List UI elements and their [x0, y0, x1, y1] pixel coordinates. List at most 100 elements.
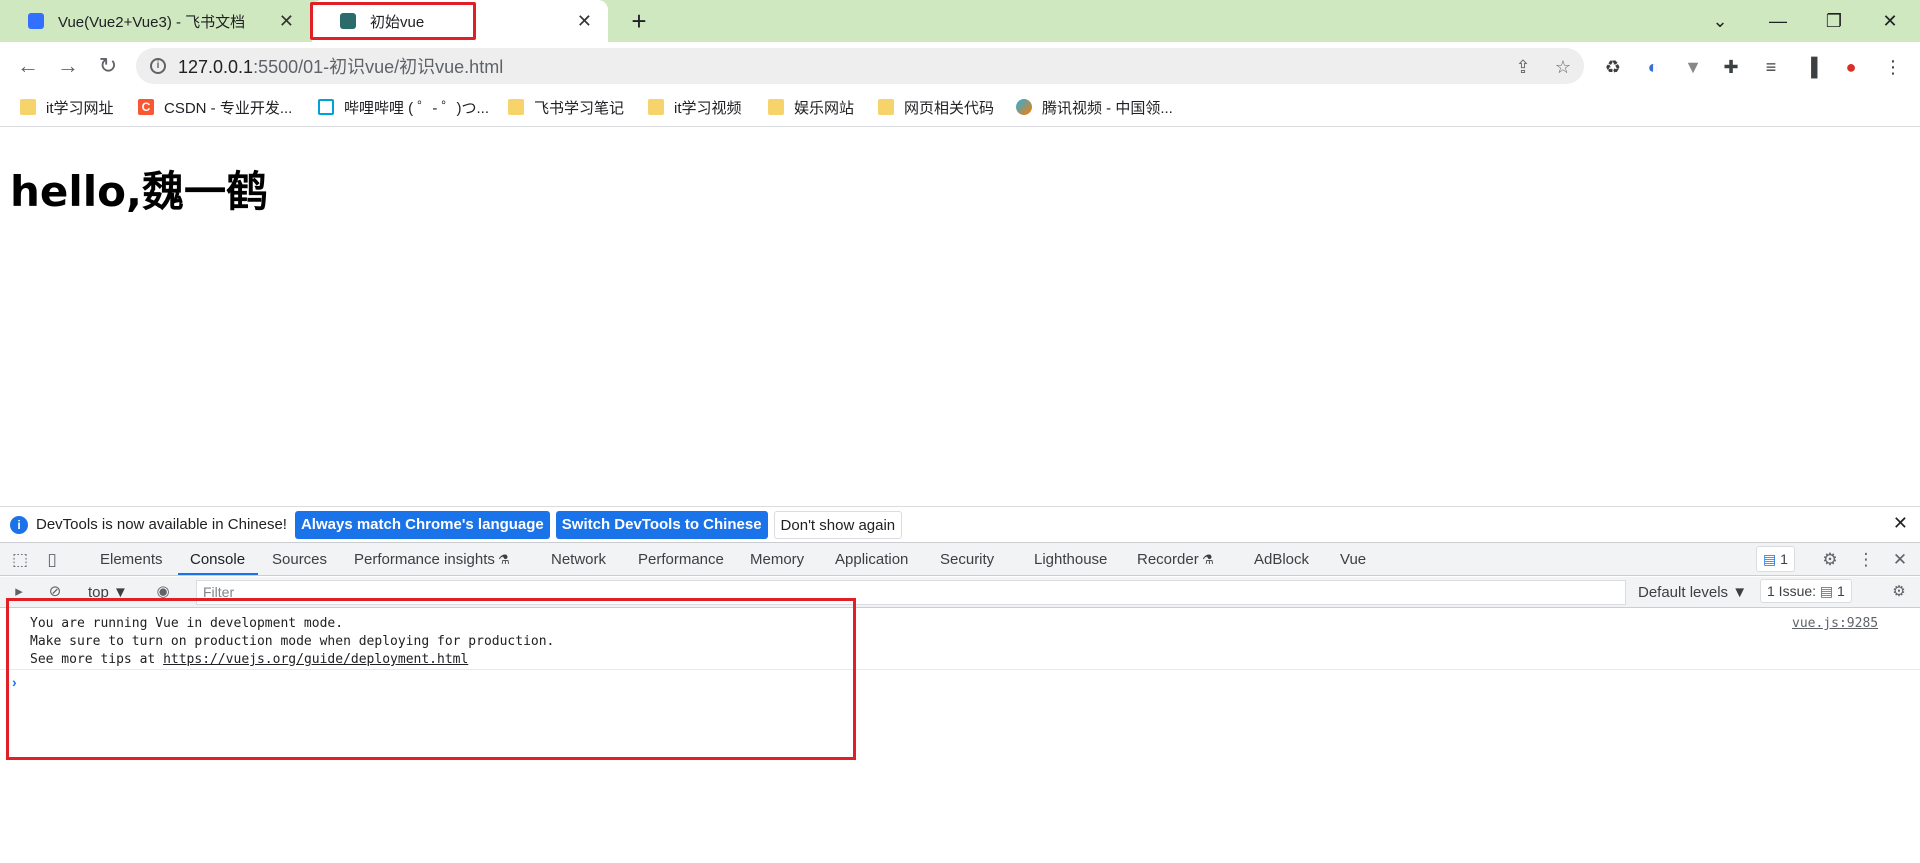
- menu-kebab-icon[interactable]: ⋮: [1880, 54, 1906, 80]
- tab-application[interactable]: Application: [835, 548, 908, 572]
- url-host: 127.0.0.1: [178, 57, 254, 77]
- close-icon[interactable]: ✕: [279, 12, 294, 30]
- device-toolbar-icon[interactable]: ▯: [40, 548, 64, 572]
- url-path: :5500/01-初识vue/初识vue.html: [253, 57, 504, 77]
- bookmark-label: 娱乐网站: [794, 99, 855, 117]
- log-line-3: See more tips at https://vuejs.org/guide…: [30, 651, 468, 669]
- address-url[interactable]: 127.0.0.1:5500/01-初识vue/初识vue.html: [178, 53, 503, 79]
- bookmark-label: CSDN - 专业开发...: [164, 99, 293, 117]
- bookmark-item[interactable]: it学习视频: [648, 95, 742, 119]
- side-panel-icon[interactable]: ▐: [1798, 54, 1824, 80]
- bookmark-label: it学习视频: [674, 99, 742, 117]
- extensions-puzzle-icon[interactable]: ✚: [1718, 54, 1744, 80]
- bookmark-item[interactable]: 腾讯视频 - 中国领...: [1016, 95, 1173, 119]
- message-icon: ▤: [1763, 551, 1777, 567]
- context-label: top: [88, 584, 109, 601]
- tab-recorder[interactable]: Recorder: [1137, 548, 1199, 572]
- console-filter-input[interactable]: Filter: [196, 580, 1626, 605]
- issues-label: 1 Issue:: [1767, 583, 1817, 599]
- folder-icon: [768, 99, 784, 115]
- switch-chinese-button[interactable]: Switch DevTools to Chinese: [555, 510, 768, 539]
- minimize-icon[interactable]: —: [1758, 6, 1798, 36]
- tab-security[interactable]: Security: [940, 548, 994, 572]
- tab-vue-initial[interactable]: 初始vue ✕: [310, 0, 608, 42]
- recycle-extension-icon[interactable]: ♻: [1600, 54, 1626, 80]
- vue-devtools-extension-icon[interactable]: ▼: [1680, 54, 1706, 80]
- tab-adblock[interactable]: AdBlock: [1254, 548, 1309, 572]
- bookmark-label: 腾讯视频 - 中国领...: [1042, 99, 1173, 117]
- bilibili-icon: [318, 99, 334, 115]
- devtools-menu-icon[interactable]: ⋮: [1854, 548, 1878, 572]
- issues-count: 1: [1837, 583, 1845, 599]
- tab-performance-insights[interactable]: Performance insights: [354, 548, 495, 572]
- deployment-guide-link[interactable]: https://vuejs.org/guide/deployment.html: [163, 652, 468, 667]
- back-arrow-icon[interactable]: ←: [12, 50, 44, 82]
- active-tab-indicator: [178, 573, 258, 575]
- share-icon[interactable]: ⇪: [1512, 56, 1534, 78]
- issues-badge[interactable]: 1 Issue: ▤ 1: [1760, 579, 1852, 603]
- tab-search-icon[interactable]: ⌄: [1700, 6, 1740, 36]
- message-count: 1: [1780, 551, 1788, 567]
- avatar[interactable]: ●: [1838, 54, 1864, 80]
- context-selector[interactable]: top ▼: [88, 582, 128, 604]
- page-heading: hello,魏一鹤: [10, 167, 268, 216]
- inspect-element-icon[interactable]: ⬚: [8, 548, 32, 572]
- source-location-link[interactable]: vue.js:9285: [1792, 616, 1878, 631]
- bookmark-item[interactable]: C CSDN - 专业开发...: [138, 95, 292, 119]
- restore-icon[interactable]: ❐: [1814, 6, 1854, 36]
- tab-vue[interactable]: Vue: [1340, 548, 1366, 572]
- close-devtools-icon[interactable]: ✕: [1888, 548, 1912, 572]
- reading-list-icon[interactable]: ≡: [1758, 54, 1784, 80]
- infobar-message: DevTools is now available in Chinese!: [36, 516, 287, 533]
- address-bar[interactable]: i 127.0.0.1:5500/01-初识vue/初识vue.html: [136, 48, 1584, 84]
- match-language-button[interactable]: Always match Chrome's language: [294, 510, 550, 539]
- info-icon: i: [10, 515, 28, 534]
- tab-lighthouse[interactable]: Lighthouse: [1034, 548, 1107, 572]
- bookmark-star-icon[interactable]: ☆: [1552, 56, 1574, 78]
- bookmark-item[interactable]: 娱乐网站: [768, 95, 854, 119]
- console-prompt-chevron-icon[interactable]: ›: [12, 674, 17, 690]
- forward-arrow-icon[interactable]: →: [52, 50, 84, 82]
- tab-elements[interactable]: Elements: [100, 548, 163, 572]
- console-settings-gear-icon[interactable]: ⚙: [1888, 581, 1910, 603]
- close-infobar-icon[interactable]: ✕: [1893, 513, 1908, 534]
- clear-console-icon[interactable]: ⊘: [44, 581, 66, 603]
- window-close-icon[interactable]: ✕: [1870, 6, 1910, 36]
- bookmark-label: 哔哩哔哩 ( ゜- ゜)つ...: [344, 99, 489, 117]
- reload-icon[interactable]: ↻: [92, 50, 124, 82]
- folder-icon: [878, 99, 894, 115]
- log-line-3-prefix: See more tips at: [30, 652, 164, 667]
- tab-sources[interactable]: Sources: [272, 548, 327, 572]
- log-line-1: You are running Vue in development mode.: [30, 616, 344, 631]
- log-levels-label: Default levels: [1638, 584, 1729, 601]
- ie-extension-icon[interactable]: ◐: [1640, 54, 1666, 80]
- bookmark-item[interactable]: 哔哩哔哩 ( ゜- ゜)つ...: [318, 95, 489, 119]
- flask-icon: ⚗: [1202, 552, 1214, 567]
- devtools-language-infobar: i DevTools is now available in Chinese! …: [0, 506, 1920, 542]
- tab-feishu-doc[interactable]: Vue(Vue2+Vue3) - 飞书文档 ✕: [0, 0, 310, 42]
- tab-performance[interactable]: Performance: [638, 548, 724, 572]
- tab-memory[interactable]: Memory: [750, 548, 804, 572]
- log-line-2: Make sure to turn on production mode whe…: [30, 634, 555, 649]
- tab-title: Vue(Vue2+Vue3) - 飞书文档: [58, 13, 246, 31]
- dont-show-again-button[interactable]: Don't show again: [773, 510, 903, 539]
- bookmark-item[interactable]: 网页相关代码: [878, 95, 994, 119]
- site-info-icon[interactable]: i: [150, 58, 166, 74]
- new-tab-button[interactable]: +: [624, 6, 654, 36]
- sidebar-toggle-icon[interactable]: ▸: [8, 581, 30, 603]
- csdn-icon: C: [138, 99, 154, 115]
- tab-network[interactable]: Network: [551, 548, 606, 572]
- close-icon[interactable]: ✕: [577, 12, 592, 30]
- live-expression-eye-icon[interactable]: ◉: [152, 581, 174, 603]
- bookmark-item[interactable]: 飞书学习笔记: [508, 95, 624, 119]
- settings-gear-icon[interactable]: ⚙: [1818, 548, 1842, 572]
- log-levels-dropdown[interactable]: Default levels ▼: [1638, 582, 1747, 604]
- bookmark-label: it学习网址: [46, 99, 114, 117]
- folder-icon: [20, 99, 36, 115]
- messages-badge[interactable]: ▤ 1: [1756, 546, 1795, 572]
- issue-icon: ▤: [1819, 583, 1834, 599]
- bookmark-label: 网页相关代码: [904, 99, 995, 117]
- tab-console[interactable]: Console: [190, 548, 245, 572]
- tencent-video-icon: [1016, 99, 1032, 115]
- bookmark-item[interactable]: it学习网址: [20, 95, 114, 119]
